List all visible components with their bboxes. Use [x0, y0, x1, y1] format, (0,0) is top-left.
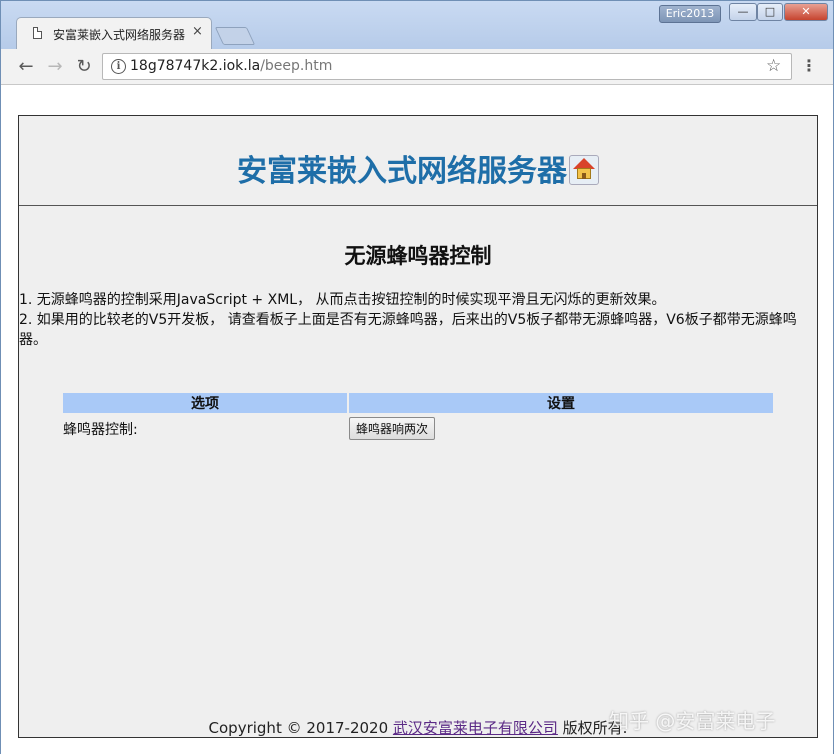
browser-window: 安富莱嵌入式网络服务器 × Eric2013 — □ ✕ ← → ↻ i 18g…: [0, 0, 834, 754]
profile-badge[interactable]: Eric2013: [659, 5, 721, 23]
site-title: 安富莱嵌入式网络服务器: [19, 146, 817, 190]
column-header-setting: 设置: [349, 393, 773, 413]
maximize-button[interactable]: □: [757, 3, 783, 21]
reload-icon[interactable]: ↻: [73, 56, 95, 78]
url-path: /beep.htm: [260, 58, 333, 74]
tab-title: 安富莱嵌入式网络服务器: [53, 28, 186, 42]
title-bar: 安富莱嵌入式网络服务器 × Eric2013 — □ ✕: [1, 1, 833, 49]
back-arrow-icon[interactable]: ←: [15, 56, 37, 78]
url-host: 18g78747k2.iok.la: [130, 58, 261, 74]
info-icon[interactable]: i: [111, 59, 126, 74]
watermark: 知乎 @安富莱电子: [609, 709, 776, 733]
beep-control-cell: 蜂鸣器响两次: [349, 415, 773, 442]
site-title-text: 安富莱嵌入式网络服务器: [237, 154, 567, 189]
beep-control-label: 蜂鸣器控制:: [63, 421, 138, 438]
browser-toolbar: ← → ↻ i 18g78747k2.iok.la/beep.htm ☆ ⋮: [1, 49, 833, 85]
column-header-option: 选项: [63, 393, 347, 413]
bookmark-star-icon[interactable]: ☆: [766, 56, 781, 76]
page-frame: 安富莱嵌入式网络服务器 无源蜂鸣器控制 1. 无源蜂鸣器的控制采用JavaScr…: [18, 115, 818, 738]
new-tab-button[interactable]: [214, 27, 256, 45]
footer-copyright: Copyright © 2017-2020: [208, 719, 393, 737]
minimize-button[interactable]: —: [729, 3, 757, 21]
url-text[interactable]: 18g78747k2.iok.la/beep.htm: [130, 58, 332, 74]
page-header: 安富莱嵌入式网络服务器: [19, 116, 817, 206]
settings-table: 选项 设置 蜂鸣器控制: 蜂鸣器响两次: [61, 391, 775, 444]
menu-dots-icon[interactable]: ⋮: [801, 55, 817, 77]
home-icon[interactable]: [569, 154, 599, 185]
description: 1. 无源蜂鸣器的控制采用JavaScript + XML， 从而点击按钮控制的…: [19, 290, 809, 350]
beep-twice-button[interactable]: 蜂鸣器响两次: [349, 417, 436, 440]
page-viewport: 安富莱嵌入式网络服务器 无源蜂鸣器控制 1. 无源蜂鸣器的控制采用JavaScr…: [1, 85, 833, 754]
address-bar[interactable]: i 18g78747k2.iok.la/beep.htm ☆: [102, 53, 792, 80]
company-link[interactable]: 武汉安富莱电子有限公司: [393, 719, 558, 737]
forward-arrow-icon[interactable]: →: [44, 56, 66, 78]
description-line-1: 1. 无源蜂鸣器的控制采用JavaScript + XML， 从而点击按钮控制的…: [19, 292, 666, 308]
tab-active[interactable]: 安富莱嵌入式网络服务器 ×: [16, 17, 212, 49]
close-window-button[interactable]: ✕: [784, 3, 828, 21]
table-header-row: 选项 设置: [63, 393, 773, 413]
table-row: 蜂鸣器控制: 蜂鸣器响两次: [63, 415, 773, 442]
section-title: 无源蜂鸣器控制: [344, 244, 492, 268]
description-line-2: 2. 如果用的比较老的V5开发板， 请查看板子上面是否有无源蜂鸣器，后来出的V5…: [19, 312, 797, 348]
document-icon: [33, 27, 42, 39]
tab-close-icon[interactable]: ×: [192, 24, 203, 39]
